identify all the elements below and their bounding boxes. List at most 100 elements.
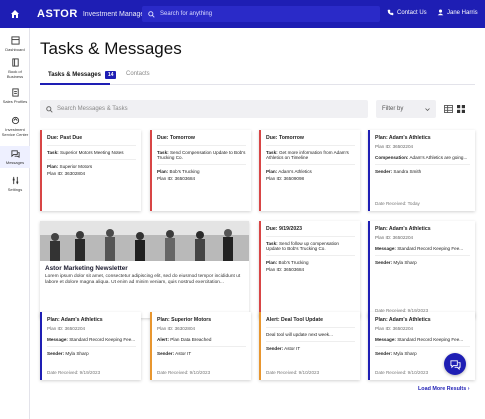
card-message: Message: Standard Record Keeping Fee... bbox=[375, 246, 470, 251]
card-line-label: Plan: bbox=[266, 169, 278, 174]
user-menu[interactable]: Jane Harris bbox=[437, 9, 478, 16]
card-message: Message: Standard Record Keeping Fee... bbox=[375, 337, 470, 342]
alert-card[interactable]: Plan: Superior Motors Plan ID: 36302804 … bbox=[150, 312, 251, 380]
card-line-label: Message: bbox=[375, 246, 396, 251]
card-line-label: Alert: bbox=[157, 337, 169, 342]
card-plan: Plan: Superior Motors bbox=[47, 164, 136, 169]
card-heading: Plan: Adam's Athletics bbox=[47, 317, 103, 323]
card-message: Message: Standard Record Keeping Fee... bbox=[47, 337, 136, 342]
card-divider bbox=[266, 255, 355, 256]
tab-tasks-messages[interactable]: Tasks & Messages 14 bbox=[48, 71, 117, 79]
sidebar-item-settings[interactable]: Settings bbox=[0, 176, 30, 192]
tab-label: Tasks & Messages bbox=[48, 72, 101, 78]
tasks-search-input[interactable]: Search Messages & Tasks bbox=[40, 100, 368, 118]
search-icon bbox=[148, 10, 155, 18]
card-sender: Sender: Myla Sharp bbox=[375, 260, 470, 265]
main-content: Tasks & Messages Tasks & Messages 14 Cont… bbox=[30, 28, 485, 419]
card-divider bbox=[266, 164, 355, 165]
list-view-icon[interactable] bbox=[444, 105, 453, 113]
phone-icon bbox=[387, 9, 394, 16]
card-line-text: Myla Sharp bbox=[393, 351, 417, 356]
task-card[interactable]: Due: Tomorrow Task: Get more information… bbox=[259, 130, 360, 211]
card-line-text: Bob's Trucking bbox=[169, 169, 200, 174]
card-sender: Sender: Sandra Smith bbox=[375, 169, 470, 174]
card-line-text: Standard Record Keeping Fee... bbox=[397, 337, 464, 342]
grid-view-icon[interactable] bbox=[457, 105, 465, 113]
card-line-text: Superior Motors Meeting Notes bbox=[59, 150, 124, 155]
card-line-label: Sender: bbox=[375, 260, 393, 265]
card-heading: Plan: Adam's Athletics bbox=[375, 317, 431, 323]
chevron-down-icon bbox=[425, 107, 430, 111]
message-card[interactable]: Plan: Adam's Athletics Plan ID: 36502204… bbox=[368, 221, 475, 318]
brand-name: ASTOR bbox=[37, 8, 78, 20]
task-card[interactable]: Due: Past Due Task: Superior Motors Meet… bbox=[40, 130, 141, 211]
message-card[interactable]: Plan: Adam's Athletics Plan ID: 36502204… bbox=[40, 312, 141, 380]
user-name: Jane Harris bbox=[447, 9, 478, 16]
sidebar-item-label: Messages bbox=[5, 160, 25, 165]
card-line-label: Sender: bbox=[375, 169, 393, 174]
chat-button[interactable] bbox=[444, 353, 466, 375]
chat-icon bbox=[449, 359, 461, 370]
card-task: Task: Superior Motors Meeting Notes bbox=[47, 150, 136, 155]
card-plan: Plan: Bob's Trucking bbox=[266, 260, 355, 265]
card-heading: Due: Tomorrow bbox=[266, 135, 304, 141]
card-line-label: Plan: bbox=[47, 164, 59, 169]
card-line-label: Sender: bbox=[266, 346, 284, 351]
card-alert: Deal tool will update next week... bbox=[266, 332, 333, 337]
card-divider bbox=[157, 346, 246, 347]
dashboard-icon bbox=[10, 36, 20, 45]
contact-us-link[interactable]: Contact Us bbox=[387, 9, 427, 16]
search-icon bbox=[46, 105, 53, 113]
card-date-received: Date Received: 9/10/2023 bbox=[157, 370, 211, 375]
sidebar-item-investment-service-center[interactable]: Investment Service Center bbox=[0, 116, 30, 137]
card-line-label: Compensation: bbox=[375, 155, 409, 160]
card-divider bbox=[266, 236, 355, 237]
sidebar-item-sales-profiles[interactable]: Sales Profiles bbox=[0, 88, 30, 104]
card-heading: Alert: Deal Tool Update bbox=[266, 317, 323, 323]
home-button[interactable] bbox=[0, 0, 30, 28]
card-task: Task: Send follow up compensation Update… bbox=[266, 241, 355, 251]
card-divider bbox=[375, 255, 470, 256]
page-title: Tasks & Messages bbox=[40, 39, 182, 58]
tab-bar: Tasks & Messages 14 Contacts bbox=[40, 69, 475, 85]
card-heading: Plan: Adam's Athletics bbox=[375, 135, 431, 141]
message-card[interactable]: Plan: Adam's Athletics Plan ID: 36502204… bbox=[368, 130, 475, 211]
settings-icon bbox=[12, 176, 18, 185]
card-line-text: Sandra Smith bbox=[393, 169, 422, 174]
card-heading: Plan: Adam's Athletics bbox=[375, 226, 431, 232]
card-divider bbox=[375, 164, 470, 165]
sidebar-item-book-of-business[interactable]: Book of Business bbox=[0, 58, 30, 79]
load-more-link[interactable]: Load More Results › bbox=[418, 386, 470, 392]
card-divider bbox=[47, 145, 136, 146]
card-divider bbox=[47, 346, 136, 347]
sidebar-item-messages[interactable]: Messages bbox=[0, 146, 30, 168]
tab-contacts[interactable]: Contacts bbox=[126, 71, 150, 77]
filter-dropdown[interactable]: Filter by bbox=[376, 100, 436, 118]
card-line-label: Plan: bbox=[157, 169, 169, 174]
newsletter-title: Astor Marketing Newsletter bbox=[45, 265, 128, 272]
newsletter-card[interactable]: Astor Marketing Newsletter Lorem ipsum d… bbox=[40, 221, 249, 318]
card-sender: Sender: Astor IT bbox=[266, 346, 355, 351]
alert-card[interactable]: Alert: Deal Tool Update Deal tool will u… bbox=[259, 312, 360, 380]
global-search-input[interactable]: Search for anything bbox=[142, 6, 380, 22]
user-icon bbox=[437, 9, 444, 16]
card-line-text: Get more information from Adam's Athleti… bbox=[266, 150, 349, 160]
task-card[interactable]: Due: Tomorrow Task: Send Compensation Up… bbox=[150, 130, 251, 211]
card-line-label: Message: bbox=[375, 337, 396, 342]
card-alert: Alert: Plan Data Breached bbox=[157, 337, 246, 342]
card-plan: Plan: Adam's Athletics bbox=[266, 169, 355, 174]
card-line-label: Sender: bbox=[375, 351, 393, 356]
sidebar-item-dashboard[interactable]: Dashboard bbox=[0, 36, 30, 52]
card-line-label: Task: bbox=[47, 150, 59, 155]
card-heading: Due: Past Due bbox=[47, 135, 83, 141]
contact-us-label: Contact Us bbox=[397, 9, 427, 16]
sidebar-item-label: Sales Profiles bbox=[2, 99, 28, 104]
sales-profile-icon bbox=[11, 88, 19, 97]
card-line-text: Adam's Athletics bbox=[278, 169, 312, 174]
card-plan-id: Plan ID: 36502204 bbox=[375, 326, 414, 331]
card-divider bbox=[266, 327, 355, 328]
card-sender: Sender: Astor IT bbox=[157, 351, 246, 356]
card-line-label: Message: bbox=[47, 337, 68, 342]
task-card[interactable]: Due: 9/19/2023 Task: Send follow up comp… bbox=[259, 221, 360, 318]
card-line-text: Astor IT bbox=[284, 346, 301, 351]
